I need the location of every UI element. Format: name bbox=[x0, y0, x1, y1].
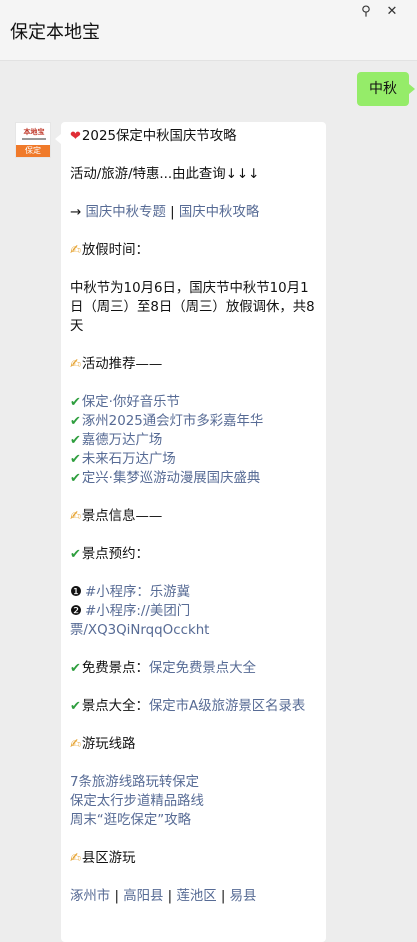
topic-links: → 国庆中秋专题 | 国庆中秋攻略 bbox=[70, 205, 260, 220]
county-link[interactable]: 涿州市 bbox=[70, 889, 110, 904]
booking-heading: ✔景点预约： bbox=[70, 547, 149, 562]
county-link[interactable]: 高阳县 bbox=[123, 889, 163, 904]
list-item: ✔未来石万达广场 bbox=[70, 450, 318, 469]
county-links: 涿州市 | 高阳县 | 莲池区 | 易县 bbox=[70, 889, 257, 904]
mini-program-link[interactable]: #小程序://美团门票/XQ3QiNrqqOcckht bbox=[70, 604, 209, 638]
writing-hand-icon: ✍ bbox=[70, 357, 81, 372]
route-link[interactable]: 周末“逛吃保定”攻略 bbox=[70, 811, 318, 830]
route-link[interactable]: 7条旅游线路玩转保定 bbox=[70, 773, 318, 792]
routes-heading: ✍游玩线路 bbox=[70, 737, 136, 752]
check-mark-icon: ✔ bbox=[70, 661, 81, 676]
writing-hand-icon: ✍ bbox=[70, 851, 81, 866]
list-item: ✔保定·你好音乐节 bbox=[70, 393, 318, 412]
activity-link[interactable]: 未来石万达广场 bbox=[82, 452, 176, 467]
writing-hand-icon: ✍ bbox=[70, 737, 81, 752]
check-mark-icon: ✔ bbox=[70, 433, 81, 448]
county-link[interactable]: 莲池区 bbox=[176, 889, 216, 904]
list-item: ✔嘉德万达广场 bbox=[70, 431, 318, 450]
free-spots-link[interactable]: 保定免费景点大全 bbox=[149, 661, 256, 676]
spot-heading: ✍景点信息—— bbox=[70, 509, 163, 524]
booking-item: ❶ #小程序：乐游冀 bbox=[70, 585, 190, 600]
received-message-card: ❤2025保定中秋国庆节攻略 活动/旅游/特惠...由此查询↓↓↓ → 国庆中秋… bbox=[55, 122, 326, 942]
mini-program-link[interactable]: #小程序：乐游冀 bbox=[85, 585, 190, 600]
avatar-tag: 保定 bbox=[16, 145, 50, 157]
close-icon[interactable]: ✕ bbox=[381, 4, 403, 19]
all-spots-row: ✔景点大全：保定市A级旅游景区名录表 bbox=[70, 699, 306, 714]
all-spots-link[interactable]: 保定市A级旅游景区名录表 bbox=[149, 699, 305, 714]
holiday-text: 中秋节为10月6日，国庆节中秋节10月1日（周三）至8日（周三）放假调休，共8天 bbox=[70, 281, 315, 334]
heart-icon: ❤ bbox=[70, 129, 81, 144]
activity-link[interactable]: 涿州2025通会灯市多彩嘉年华 bbox=[82, 414, 263, 429]
link-national-mid-autumn-topic[interactable]: 国庆中秋专题 bbox=[86, 205, 166, 220]
check-mark-icon: ✔ bbox=[70, 414, 81, 429]
check-mark-icon: ✔ bbox=[70, 395, 81, 410]
list-item: ✔定兴·集梦巡游动漫展国庆盛典 bbox=[70, 469, 318, 488]
county-heading: ✍县区游玩 bbox=[70, 851, 136, 866]
holiday-heading: ✍放假时间： bbox=[70, 243, 149, 258]
activity-link[interactable]: 保定·你好音乐节 bbox=[82, 395, 180, 410]
writing-hand-icon: ✍ bbox=[70, 243, 81, 258]
activity-link[interactable]: 定兴·集梦巡游动漫展国庆盛典 bbox=[82, 471, 260, 486]
account-avatar[interactable]: 本地宝 保定 bbox=[15, 122, 51, 158]
headline: ❤2025保定中秋国庆节攻略 bbox=[70, 129, 237, 144]
pin-icon[interactable]: ⚲ bbox=[355, 4, 377, 19]
check-mark-icon: ✔ bbox=[70, 452, 81, 467]
link-national-mid-autumn-guide[interactable]: 国庆中秋攻略 bbox=[179, 205, 259, 220]
arrow: → bbox=[70, 205, 82, 220]
county-link[interactable]: 易县 bbox=[230, 889, 257, 904]
window-controls: ⚲ ✕ bbox=[355, 4, 403, 19]
writing-hand-icon: ✍ bbox=[70, 509, 81, 524]
check-mark-icon: ✔ bbox=[70, 699, 81, 714]
booking-item: ❷ #小程序://美团门票/XQ3QiNrqqOcckht bbox=[70, 604, 210, 638]
chat-title: 保定本地宝 bbox=[10, 22, 100, 43]
route-link[interactable]: 保定太行步道精品路线 bbox=[70, 792, 318, 811]
avatar-logo-line bbox=[22, 138, 46, 140]
activity-link[interactable]: 嘉德万达广场 bbox=[82, 433, 162, 448]
title-bar: 保定本地宝 ⚲ ✕ bbox=[0, 0, 417, 61]
sent-message-bubble[interactable]: 中秋 bbox=[357, 72, 415, 106]
free-spots-row: ✔免费景点：保定免费景点大全 bbox=[70, 661, 256, 676]
activity-heading: ✍活动推荐—— bbox=[70, 357, 163, 372]
activity-list: ✔保定·你好音乐节 ✔涿州2025通会灯市多彩嘉年华 ✔嘉德万达广场 ✔未来石万… bbox=[70, 393, 318, 488]
avatar-logo: 本地宝 bbox=[23, 128, 45, 136]
list-item: ✔涿州2025通会灯市多彩嘉年华 bbox=[70, 412, 318, 431]
check-mark-icon: ✔ bbox=[70, 471, 81, 486]
intro-text: 活动/旅游/特惠...由此查询↓↓↓ bbox=[70, 167, 260, 182]
check-mark-icon: ✔ bbox=[70, 547, 81, 562]
